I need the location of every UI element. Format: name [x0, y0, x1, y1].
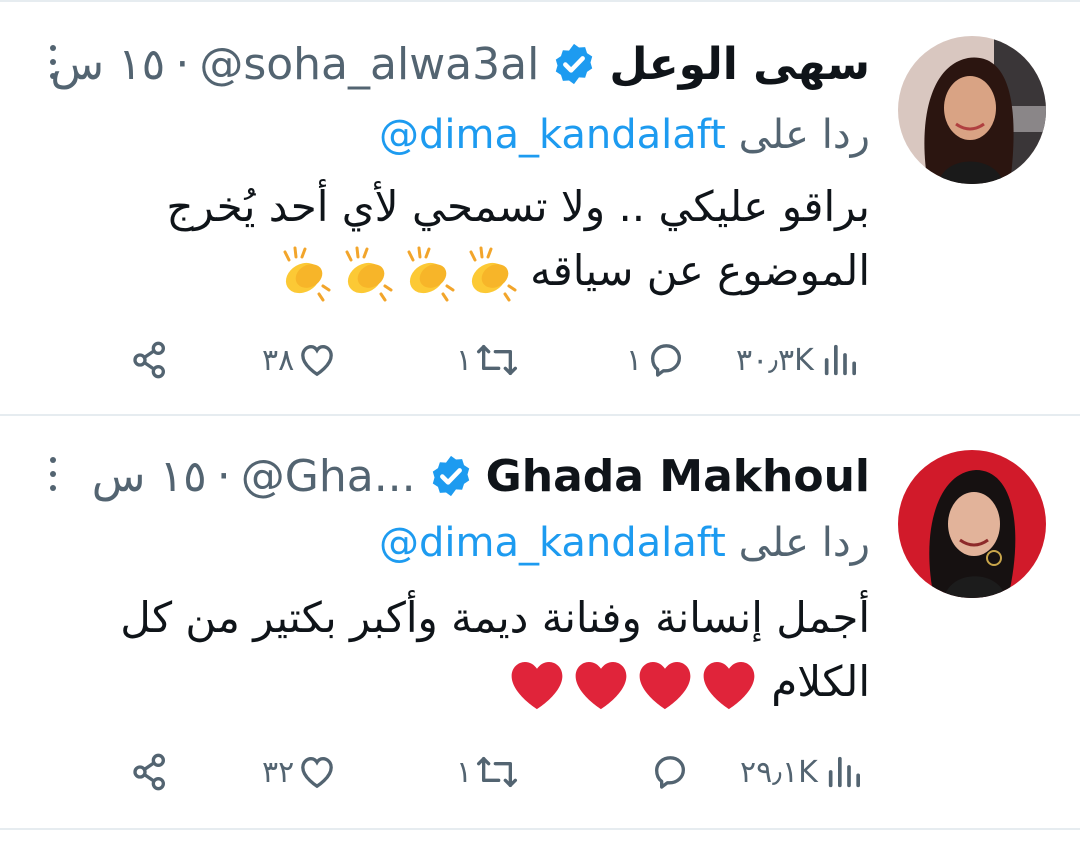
retweet-button[interactable]: ١ — [456, 340, 520, 380]
reply-button[interactable]: ١ — [626, 340, 686, 380]
views-count: ٣٠٫٣K — [736, 342, 814, 378]
red-heart-icon — [639, 661, 691, 709]
emoji-row — [275, 246, 517, 302]
separator: · — [175, 38, 190, 90]
tweet-text: براقو عليكي .. ولا تسمحي لأي أحد يُخرج ا… — [90, 175, 870, 303]
timestamp[interactable]: ١٥ س — [92, 451, 207, 502]
tweet-text-line: أجمل إنسانة وفنانة ديمة وأكبر بكتير من ك… — [120, 593, 870, 642]
red-heart-icon — [703, 661, 755, 709]
tweet-divider — [0, 828, 1080, 830]
retweet-icon — [477, 757, 518, 787]
tweet-text-line-2: الكلام — [90, 650, 870, 714]
like-count: ٣٨ — [262, 342, 295, 378]
reply-context: ردا على @dima_kandalaft — [379, 520, 870, 566]
handle[interactable]: @Gha... — [241, 451, 416, 502]
handle[interactable]: @soha_alwa3al — [199, 39, 539, 90]
tweet-2[interactable]: Ghada Makhoul @Gha... · ١٥ س ردا على @di… — [0, 416, 1080, 828]
more-icon[interactable] — [38, 454, 68, 494]
share-icon — [133, 753, 165, 791]
views-indicator[interactable]: ٣٠٫٣K — [736, 340, 860, 380]
red-heart-icon — [575, 661, 627, 709]
tweet-text-line: براقو عليكي .. ولا تسمحي لأي أحد يُخرج — [166, 182, 870, 231]
clapping-hands-icon — [407, 246, 455, 301]
display-name[interactable]: Ghada Makhoul — [486, 451, 870, 502]
emoji-row — [508, 658, 758, 712]
tweet-header: Ghada Makhoul @Gha... · ١٥ س — [92, 446, 870, 506]
reply-prefix: ردا على — [738, 112, 870, 158]
avatar[interactable] — [898, 450, 1046, 598]
clapping-hands-icon — [283, 246, 331, 301]
reply-mention[interactable]: @dima_kandalaft — [379, 112, 726, 158]
retweet-count: ١ — [456, 754, 473, 790]
views-count: ٢٩٫١K — [740, 754, 818, 790]
share-button[interactable] — [130, 752, 170, 792]
tweet-header: سهى الوعل @soha_alwa3al · ١٥ س — [50, 34, 870, 94]
tweet-text-line: الكلام — [771, 657, 870, 706]
views-indicator[interactable]: ٢٩٫١K — [740, 752, 864, 792]
tweet-text-line-2: الموضوع عن سياقه — [90, 239, 870, 303]
tweet-text-line: الموضوع عن سياقه — [530, 246, 870, 295]
clapping-hands-icon — [345, 246, 393, 301]
avatar[interactable] — [898, 36, 1046, 184]
retweet-icon — [477, 345, 518, 375]
reply-button[interactable] — [650, 752, 690, 792]
like-count: ٣٢ — [262, 754, 295, 790]
clapping-hands-icon — [469, 246, 517, 301]
tweet-1[interactable]: سهى الوعل @soha_alwa3al · ١٥ س ردا على @… — [0, 0, 1080, 414]
views-icon — [824, 344, 856, 376]
share-button[interactable] — [130, 340, 170, 380]
verified-badge-icon — [432, 455, 469, 497]
reply-icon — [655, 756, 685, 789]
share-icon — [133, 341, 165, 379]
retweet-button[interactable]: ١ — [456, 752, 520, 792]
more-icon[interactable] — [38, 42, 68, 82]
tweet-actions: ٣٨ ١ ١ ٣٠٫٣K — [0, 330, 1080, 390]
like-icon — [301, 344, 334, 377]
verified-badge-icon — [556, 43, 593, 85]
reply-context: ردا على @dima_kandalaft — [379, 112, 870, 158]
reply-count: ١ — [626, 342, 643, 378]
reply-prefix: ردا على — [738, 520, 870, 566]
tweet-actions: ٣٢ ١ ٢٩٫١K — [0, 742, 1080, 802]
retweet-count: ١ — [456, 342, 473, 378]
views-icon — [828, 756, 860, 788]
tweet-text: أجمل إنسانة وفنانة ديمة وأكبر بكتير من ك… — [90, 586, 870, 714]
display-name[interactable]: سهى الوعل — [609, 39, 870, 90]
like-button[interactable]: ٣٢ — [262, 752, 338, 792]
like-icon — [301, 756, 334, 789]
reply-icon — [651, 344, 682, 377]
red-heart-icon — [511, 661, 563, 709]
reply-mention[interactable]: @dima_kandalaft — [379, 520, 726, 566]
separator: · — [216, 450, 231, 502]
like-button[interactable]: ٣٨ — [262, 340, 338, 380]
